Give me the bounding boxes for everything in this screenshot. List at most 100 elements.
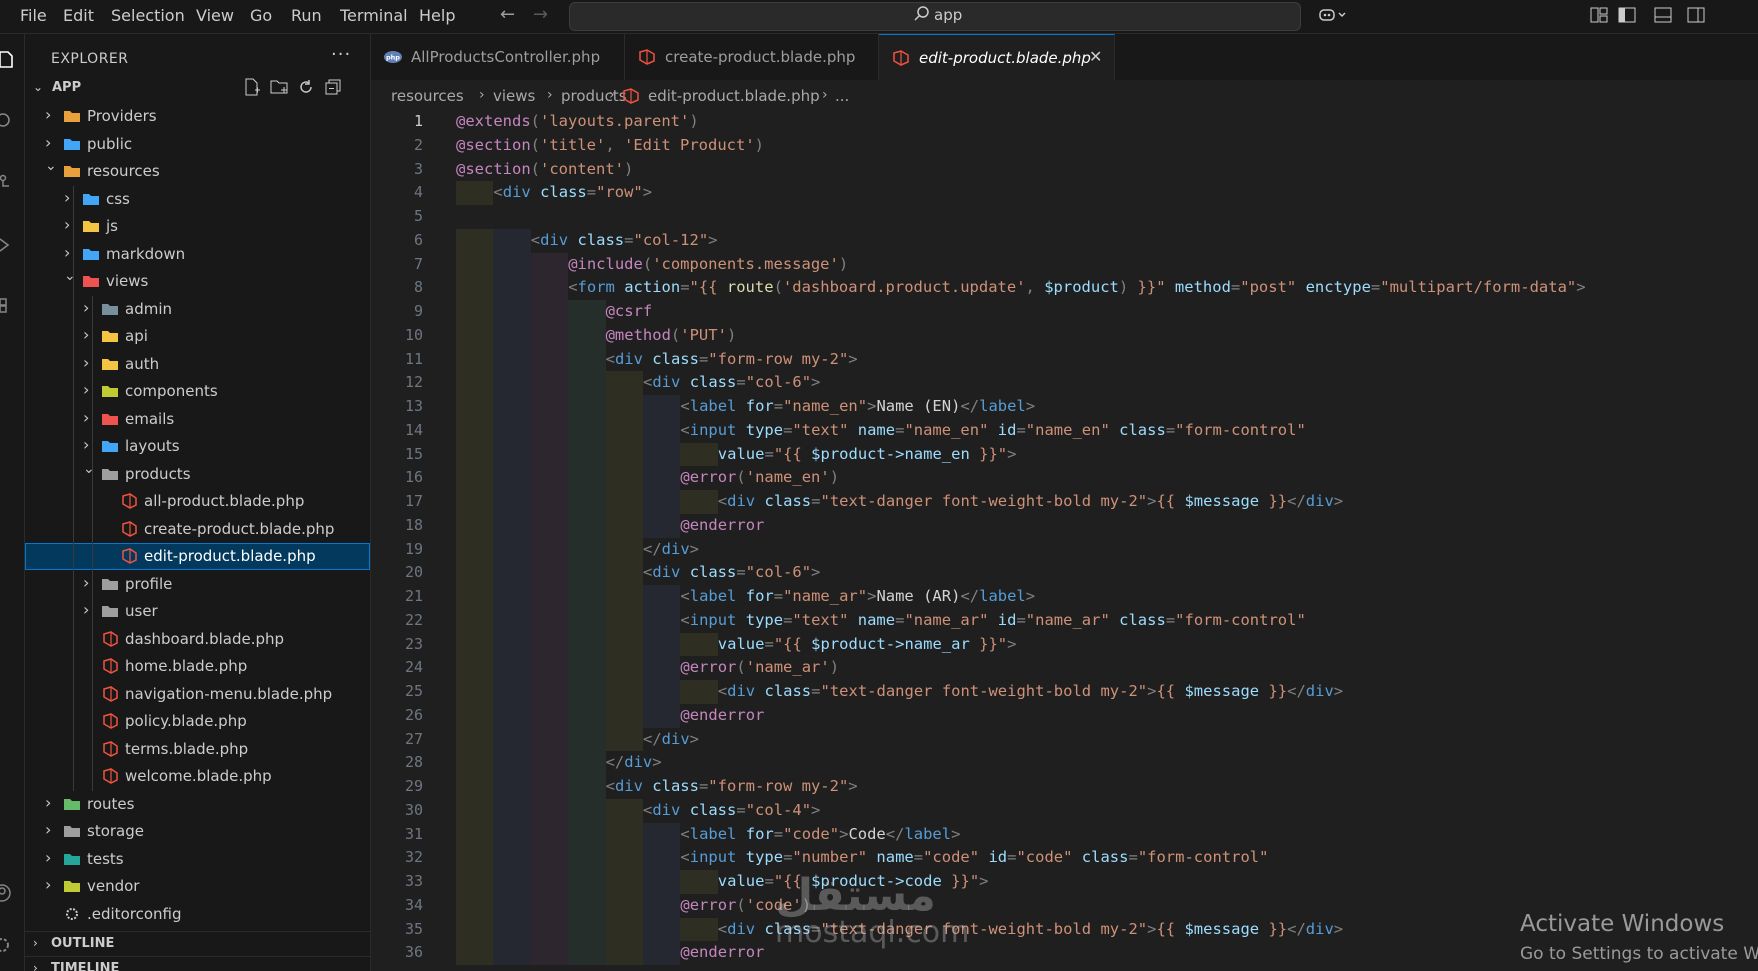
tree-folder[interactable]: › routes <box>25 791 370 818</box>
breadcrumb-item[interactable]: views <box>493 87 535 105</box>
breadcrumb-item[interactable]: edit-product.blade.php <box>648 87 820 105</box>
refresh-icon[interactable] <box>297 78 315 96</box>
close-icon[interactable]: ✕ <box>1089 47 1102 66</box>
code-token: "code" <box>923 848 980 867</box>
code-token: ( <box>530 135 540 154</box>
tree-folder[interactable]: › emails <box>25 406 370 433</box>
tree-file[interactable]: navigation-menu.blade.php <box>25 681 370 708</box>
code-editor[interactable]: 1 @extends('layouts.parent') 2 @section('ti… <box>371 110 1758 971</box>
tree-file[interactable]: policy.blade.php <box>25 708 370 735</box>
tree-folder[interactable]: › storage <box>25 818 370 845</box>
tree-folder[interactable]: › admin <box>25 296 370 323</box>
timeline-section[interactable]: › TIMELINE <box>25 956 370 971</box>
tree-folder[interactable]: › auth <box>25 351 370 378</box>
tree-folder[interactable]: › vendor <box>25 873 370 900</box>
menu-help[interactable]: Help <box>419 6 455 25</box>
new-file-icon[interactable] <box>243 78 261 96</box>
tree-folder[interactable]: ⌄ resources <box>25 158 370 185</box>
toggle-panel-icon[interactable] <box>1654 6 1672 24</box>
tree-folder[interactable]: › css <box>25 186 370 213</box>
tree-folder[interactable]: › layouts <box>25 433 370 460</box>
tree-folder[interactable]: ⌄ views <box>25 268 370 295</box>
tree-file[interactable]: dashboard.blade.php <box>25 626 370 653</box>
tree-file[interactable]: home.blade.php <box>25 653 370 680</box>
menu-edit[interactable]: Edit <box>63 6 94 25</box>
tree-folder[interactable]: › markdown <box>25 241 370 268</box>
line-number: 21 <box>404 587 423 605</box>
menu-terminal[interactable]: Terminal <box>340 6 408 25</box>
search-view-icon[interactable] <box>0 112 14 130</box>
blade-icon <box>122 520 137 537</box>
tree-file[interactable]: edit-product.blade.php <box>25 543 370 570</box>
code-token: ) <box>689 112 699 130</box>
more-actions-icon[interactable]: ··· <box>331 44 351 65</box>
tree-file[interactable]: all-product.blade.php <box>25 488 370 515</box>
tree-file[interactable]: welcome.blade.php <box>25 763 370 790</box>
menu-file[interactable]: File <box>20 6 47 25</box>
manage-gear-icon[interactable] <box>0 936 14 954</box>
forward-arrow-icon[interactable]: → <box>533 4 548 25</box>
tree-file[interactable]: create-product.blade.php <box>25 516 370 543</box>
tab-edit-product[interactable]: edit-product.blade.php ✕ <box>879 34 1115 81</box>
tree-folder[interactable]: › components <box>25 378 370 405</box>
tree-item-label: auth <box>125 354 160 373</box>
indent-band <box>493 466 531 490</box>
copilot-icon[interactable] <box>1318 6 1348 24</box>
code-token: value <box>717 634 765 653</box>
menu-go[interactable]: Go <box>250 6 272 25</box>
tree-folder[interactable]: › api <box>25 323 370 350</box>
tree-folder[interactable]: › tests <box>25 846 370 873</box>
code-token: < <box>643 373 653 392</box>
indent-band <box>456 252 494 277</box>
chevron-right-icon: › <box>33 936 38 950</box>
indent-band <box>643 442 681 467</box>
line-number: 31 <box>404 824 423 843</box>
tree-folder[interactable]: › profile <box>25 571 370 598</box>
code-token: "form-row my-2" <box>708 349 849 368</box>
indent-band <box>456 798 494 823</box>
tree-file[interactable]: .editorconfig <box>25 901 370 928</box>
code-token: class <box>652 349 699 368</box>
tab-create-product[interactable]: create-product.blade.php <box>625 34 879 80</box>
tree-folder[interactable]: › js <box>25 213 370 240</box>
menu-view[interactable]: View <box>196 6 234 25</box>
indent-band <box>493 632 531 657</box>
breadcrumb-item[interactable]: resources <box>391 87 464 105</box>
indent-band <box>530 751 569 775</box>
new-folder-icon[interactable] <box>270 78 288 96</box>
extensions-icon[interactable] <box>0 296 14 314</box>
code-token: < <box>717 682 728 700</box>
indent-band <box>456 727 494 752</box>
menu-selection[interactable]: Selection <box>111 6 185 25</box>
toggle-secondary-sidebar-icon[interactable] <box>1687 6 1705 24</box>
outline-section[interactable]: › OUTLINE <box>25 931 370 956</box>
code-token: Name (AR) <box>876 587 961 605</box>
customize-layout-icon[interactable] <box>1590 6 1608 24</box>
indent-band <box>456 917 494 942</box>
tab-label: create-product.blade.php <box>665 48 856 66</box>
tree-file[interactable]: terms.blade.php <box>25 736 370 763</box>
breadcrumb-item[interactable]: products <box>561 87 627 105</box>
tree-folder[interactable]: ⌄ products <box>25 461 370 488</box>
indent-band <box>493 656 531 680</box>
tree-item-label: layouts <box>125 437 180 455</box>
tree-folder[interactable]: › user <box>25 598 370 625</box>
tree-folder[interactable]: › public <box>25 131 370 158</box>
account-icon[interactable] <box>0 884 14 902</box>
breadcrumb-item[interactable]: ... <box>835 87 849 105</box>
menu-run[interactable]: Run <box>291 6 322 25</box>
toggle-primary-sidebar-icon[interactable] <box>1618 6 1636 24</box>
tab-allproductscontroller[interactable]: php AllProductsController.php <box>371 34 625 80</box>
back-arrow-icon[interactable]: ← <box>500 4 515 25</box>
code-token: label <box>689 824 737 843</box>
source-control-icon[interactable] <box>0 174 14 192</box>
collapse-all-icon[interactable] <box>324 78 342 96</box>
indent-band <box>643 490 681 514</box>
code-token: "form-row my-2" <box>708 777 849 795</box>
line-number: 34 <box>404 895 423 914</box>
run-debug-icon[interactable] <box>0 236 14 254</box>
tree-folder[interactable]: › Providers <box>25 103 370 130</box>
indent-band <box>643 608 681 633</box>
explorer-icon[interactable] <box>0 50 14 68</box>
code-token: class <box>540 183 587 202</box>
